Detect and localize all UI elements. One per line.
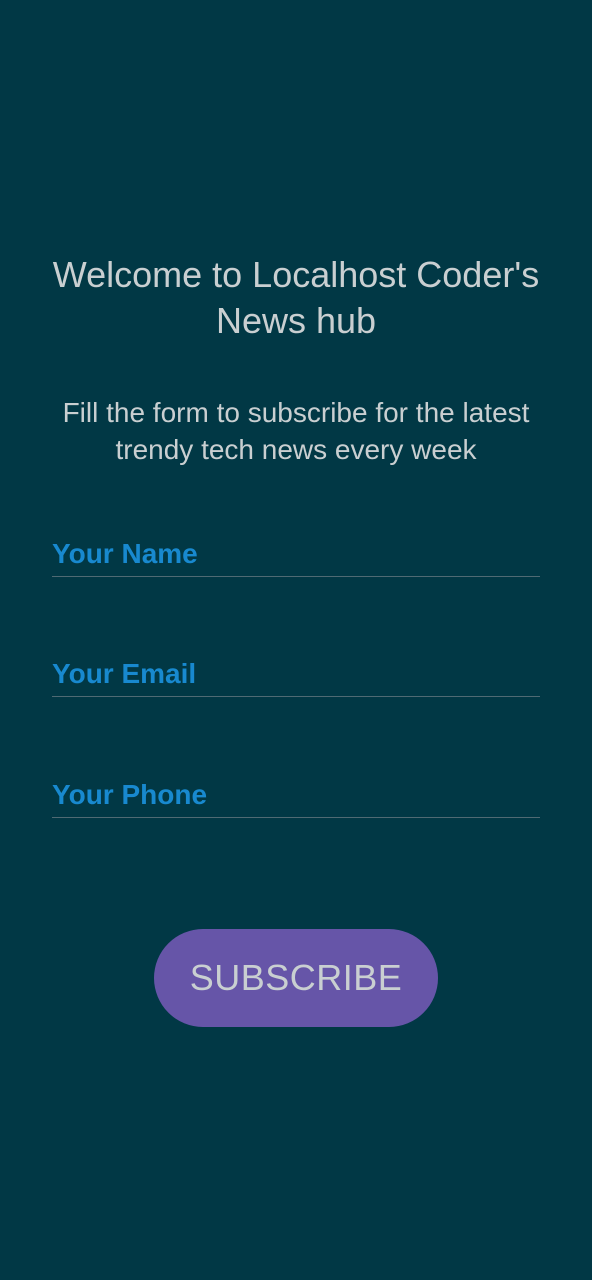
email-input[interactable] <box>52 658 540 690</box>
phone-input[interactable] <box>52 779 540 811</box>
email-field <box>52 652 540 697</box>
subscribe-button[interactable]: SUBSCRIBE <box>154 929 438 1027</box>
subscribe-screen: Welcome to Localhost Coder's News hub Fi… <box>0 0 592 1280</box>
welcome-title: Welcome to Localhost Coder's News hub <box>52 254 540 341</box>
phone-field <box>52 773 540 818</box>
name-field <box>52 532 540 577</box>
name-input[interactable] <box>52 538 540 570</box>
subscribe-instructions: Fill the form to subscribe for the lates… <box>62 397 530 465</box>
